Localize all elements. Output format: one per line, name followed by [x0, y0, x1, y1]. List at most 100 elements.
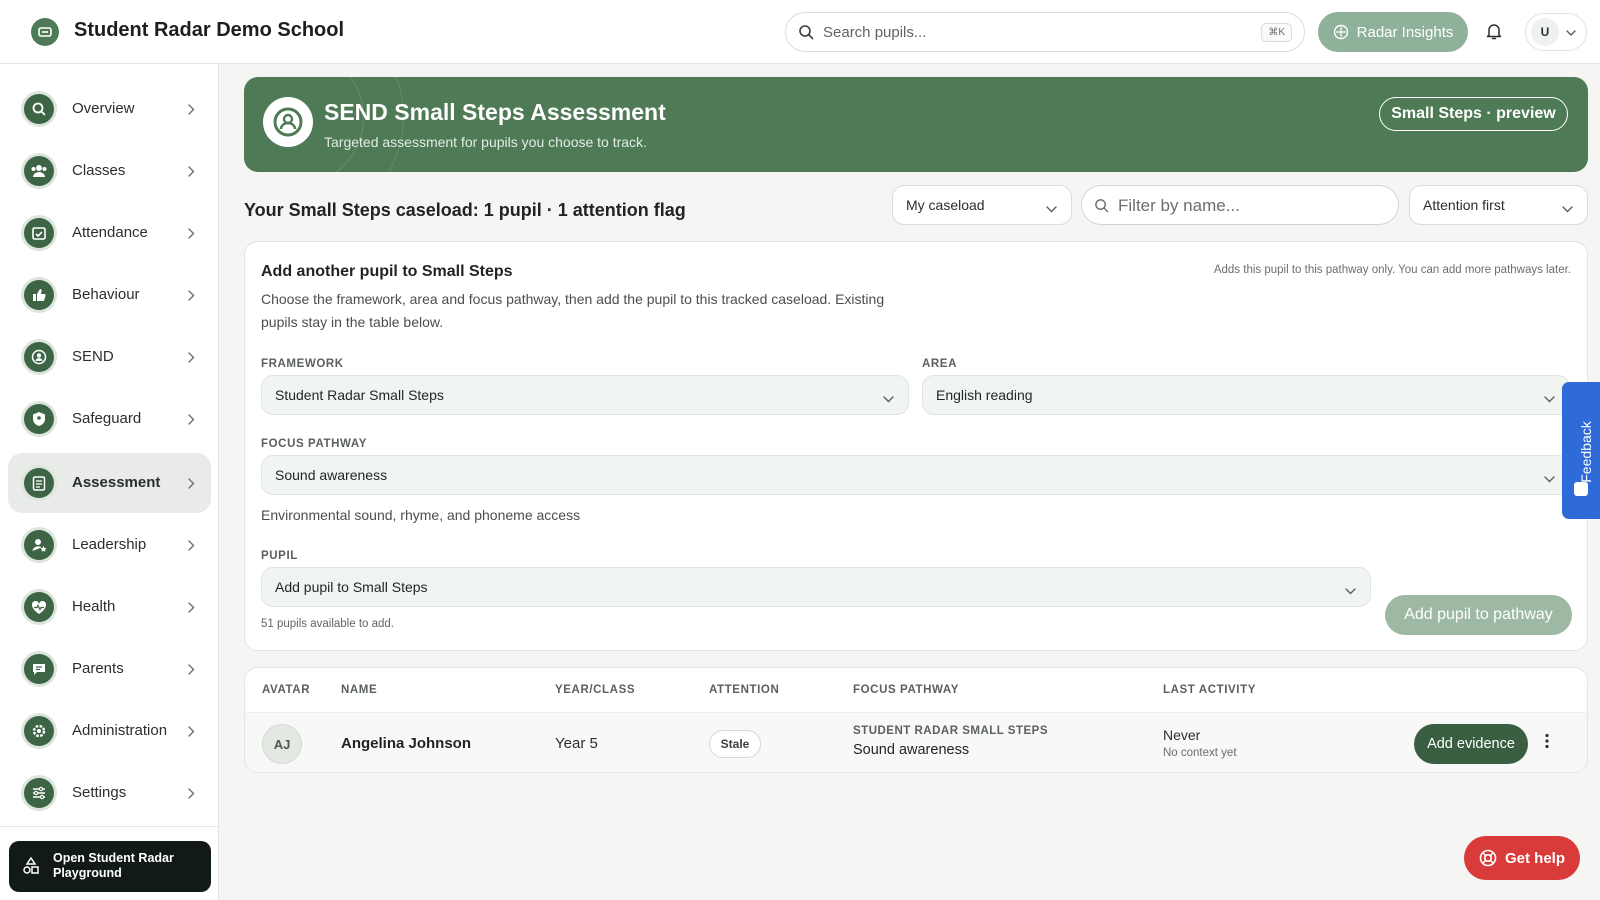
area-select[interactable]: English reading [922, 375, 1570, 415]
chevron-down-icon [1046, 200, 1057, 216]
smile-icon [1574, 482, 1588, 496]
column-header-year-class[interactable]: YEAR/CLASS [555, 684, 635, 696]
page-banner: SEND Small Steps Assessment Targeted ass… [244, 77, 1588, 172]
sidebar-item-label: Safeguard [72, 410, 142, 427]
column-header-attention[interactable]: ATTENTION [709, 684, 779, 696]
framework-label: FRAMEWORK [261, 358, 344, 370]
chevron-down-icon [1544, 470, 1555, 486]
calendar-check-icon [24, 218, 54, 248]
chevron-down-icon [1562, 200, 1573, 216]
column-header-last-activity[interactable]: LAST ACTIVITY [1163, 684, 1256, 696]
school-name: Student Radar Demo School [74, 19, 345, 41]
pupil-year: Year 5 [555, 735, 598, 752]
sidebar-item-attendance[interactable]: Attendance [8, 203, 211, 263]
sort-value: Attention first [1423, 197, 1505, 213]
table-header: AVATAR NAME YEAR/CLASS ATTENTION FOCUS P… [245, 668, 1587, 712]
last-activity: Never [1163, 727, 1201, 743]
caseload-scope-select[interactable]: My caseload [892, 185, 1072, 225]
status-badge: Stale [709, 730, 761, 758]
pupil-search[interactable]: Search pupils... ⌘K [785, 12, 1305, 52]
search-placeholder: Search pupils... [823, 24, 927, 41]
pathway-description: Environmental sound, rhyme, and phoneme … [261, 507, 581, 523]
clipboard-icon [24, 468, 54, 498]
sidebar-item-label: Leadership [72, 536, 147, 553]
user-menu[interactable]: U [1525, 13, 1587, 51]
framework-select[interactable]: Student Radar Small Steps [261, 375, 909, 415]
search-shortcut: ⌘K [1261, 23, 1292, 42]
search-icon [1094, 198, 1109, 218]
chevron-right-icon [188, 164, 195, 182]
feedback-tab[interactable]: Feedback [1562, 382, 1600, 519]
sidebar-item-leadership[interactable]: Leadership [8, 515, 211, 575]
open-playground-button[interactable]: Open Student Radar Playground [9, 841, 211, 892]
add-evidence-button[interactable]: Add evidence [1414, 724, 1528, 764]
chevron-right-icon [188, 102, 195, 120]
sidebar-item-overview[interactable]: Overview [8, 79, 211, 139]
column-header-name[interactable]: NAME [341, 684, 377, 696]
more-options-icon[interactable] [1545, 733, 1549, 754]
sidebar-item-assessment[interactable]: Assessment [8, 453, 211, 513]
chevron-right-icon [188, 226, 195, 244]
shapes-icon [21, 856, 41, 881]
add-pupil-to-pathway-button[interactable]: Add pupil to pathway [1385, 595, 1572, 635]
pupil-select[interactable]: Add pupil to Small Steps [261, 567, 1371, 607]
get-help-button[interactable]: Get help [1464, 836, 1580, 880]
area-label: AREA [922, 358, 957, 370]
search-icon [798, 24, 814, 45]
sidebar-item-classes[interactable]: Classes [8, 141, 211, 201]
caseload-table: AVATAR NAME YEAR/CLASS ATTENTION FOCUS P… [244, 667, 1588, 773]
pupil-name[interactable]: Angelina Johnson [341, 735, 471, 752]
sidebar-item-label: SEND [72, 348, 114, 365]
pupils-available-count: 51 pupils available to add. [261, 618, 394, 630]
caseload-title: Your Small Steps caseload: 1 pupil · 1 a… [244, 200, 686, 220]
column-header-avatar: AVATAR [262, 684, 311, 696]
search-icon [24, 94, 54, 124]
page-title: SEND Small Steps Assessment [324, 99, 666, 125]
notifications-bell-icon[interactable] [1486, 22, 1502, 45]
sidebar-item-label: Health [72, 598, 116, 615]
heart-pulse-icon [24, 592, 54, 622]
chevron-right-icon [188, 288, 195, 306]
sidebar: Overview Classes Attendance Behaviour SE… [0, 64, 219, 900]
pupil-label: PUPIL [261, 550, 298, 562]
framework-value: Student Radar Small Steps [275, 387, 444, 403]
sidebar-item-label: Settings [72, 784, 127, 801]
sidebar-item-settings[interactable]: Settings [8, 763, 211, 823]
sidebar-item-label: Behaviour [72, 286, 140, 303]
sidebar-item-administration[interactable]: Administration [8, 701, 211, 761]
person-circle-icon [24, 342, 54, 372]
chevron-right-icon [188, 786, 195, 804]
table-row[interactable]: AJ Angelina Johnson Year 5 Stale STUDENT… [245, 712, 1587, 772]
shield-icon [24, 404, 54, 434]
person-circle-icon [263, 97, 313, 147]
focus-pathway-select[interactable]: Sound awareness [261, 455, 1570, 495]
user-star-icon [24, 530, 54, 560]
sidebar-item-safeguard[interactable]: Safeguard [8, 389, 211, 449]
last-activity-context: No context yet [1163, 747, 1237, 759]
radar-insights-button[interactable]: Radar Insights [1318, 12, 1468, 52]
sidebar-item-label: Classes [72, 162, 126, 179]
chevron-right-icon [188, 724, 195, 742]
sidebar-item-behaviour[interactable]: Behaviour [8, 265, 211, 325]
pathway-name: Sound awareness [853, 742, 970, 758]
sort-select[interactable]: Attention first [1409, 185, 1588, 225]
chevron-down-icon [1345, 582, 1356, 598]
radar-insights-label: Radar Insights [1356, 23, 1454, 41]
focus-pathway-value: Sound awareness [275, 467, 388, 483]
add-pupil-title: Add another pupil to Small Steps [261, 263, 513, 280]
sidebar-item-send[interactable]: SEND [8, 327, 211, 387]
sidebar-item-health[interactable]: Health [8, 577, 211, 637]
column-header-focus-pathway[interactable]: FOCUS PATHWAY [853, 684, 959, 696]
filter-by-name-input[interactable] [1081, 185, 1399, 225]
sidebar-item-label: Parents [72, 660, 124, 677]
lifebuoy-icon [1479, 849, 1497, 867]
school-logo-icon[interactable] [31, 18, 59, 46]
avatar: U [1531, 18, 1559, 46]
chevron-down-icon [883, 390, 894, 406]
add-pupil-card: Add another pupil to Small Steps Adds th… [244, 241, 1588, 651]
playground-label: Open Student Radar Playground [53, 851, 174, 880]
add-pupil-description: Choose the framework, area and focus pat… [261, 291, 885, 330]
pupil-value: Add pupil to Small Steps [275, 579, 428, 595]
filter-name-field[interactable] [1118, 194, 1378, 218]
sidebar-item-parents[interactable]: Parents [8, 639, 211, 699]
